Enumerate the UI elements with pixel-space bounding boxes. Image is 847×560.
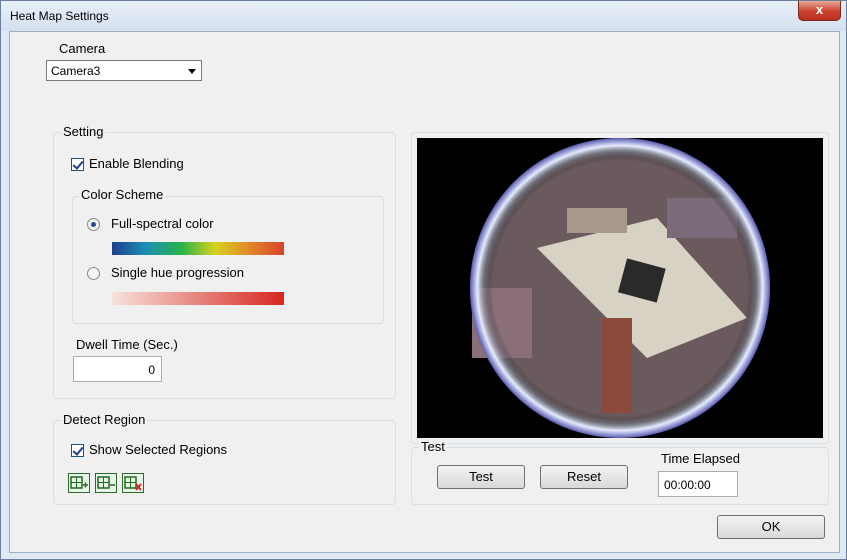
chevron-down-icon <box>188 69 196 74</box>
add-region-icon[interactable] <box>68 473 90 493</box>
dwell-time-input[interactable]: 0 <box>73 356 162 382</box>
single-hue-color-bar <box>112 292 284 305</box>
ok-button[interactable]: OK <box>717 515 825 539</box>
detect-region-group-title: Detect Region <box>61 412 148 427</box>
test-group-title: Test <box>419 439 447 454</box>
enable-blending-label: Enable Blending <box>89 156 184 171</box>
spectral-color-bar <box>112 242 284 255</box>
setting-group-title: Setting <box>61 124 106 139</box>
test-button[interactable]: Test <box>437 465 525 489</box>
remove-region-icon[interactable] <box>95 473 117 493</box>
heat-map-settings-window: Heat Map Settings x Camera Camera3 Setti… <box>0 0 847 560</box>
full-spectral-radio[interactable] <box>87 218 100 231</box>
close-button[interactable]: x <box>798 1 841 21</box>
enable-blending-checkbox[interactable] <box>71 158 84 171</box>
clear-regions-icon[interactable] <box>122 473 144 493</box>
dwell-time-value: 0 <box>148 363 155 377</box>
title-bar[interactable]: Heat Map Settings x <box>1 1 846 31</box>
window-title: Heat Map Settings <box>10 9 109 23</box>
camera-preview-image <box>417 138 823 438</box>
time-elapsed-value: 00:00:00 <box>664 478 711 492</box>
dwell-time-label: Dwell Time (Sec.) <box>76 337 178 352</box>
reset-button[interactable]: Reset <box>540 465 628 489</box>
color-scheme-group-title: Color Scheme <box>79 187 166 202</box>
show-selected-regions-label: Show Selected Regions <box>89 442 228 457</box>
camera-label: Camera <box>59 41 106 56</box>
single-hue-label: Single hue progression <box>111 265 244 280</box>
camera-select[interactable]: Camera3 <box>46 60 202 81</box>
full-spectral-label: Full-spectral color <box>111 216 214 231</box>
time-elapsed-label: Time Elapsed <box>661 451 740 466</box>
show-selected-regions-checkbox[interactable] <box>71 444 84 457</box>
time-elapsed-field: 00:00:00 <box>658 471 738 497</box>
single-hue-radio[interactable] <box>87 267 100 280</box>
camera-select-value: Camera3 <box>51 64 101 78</box>
